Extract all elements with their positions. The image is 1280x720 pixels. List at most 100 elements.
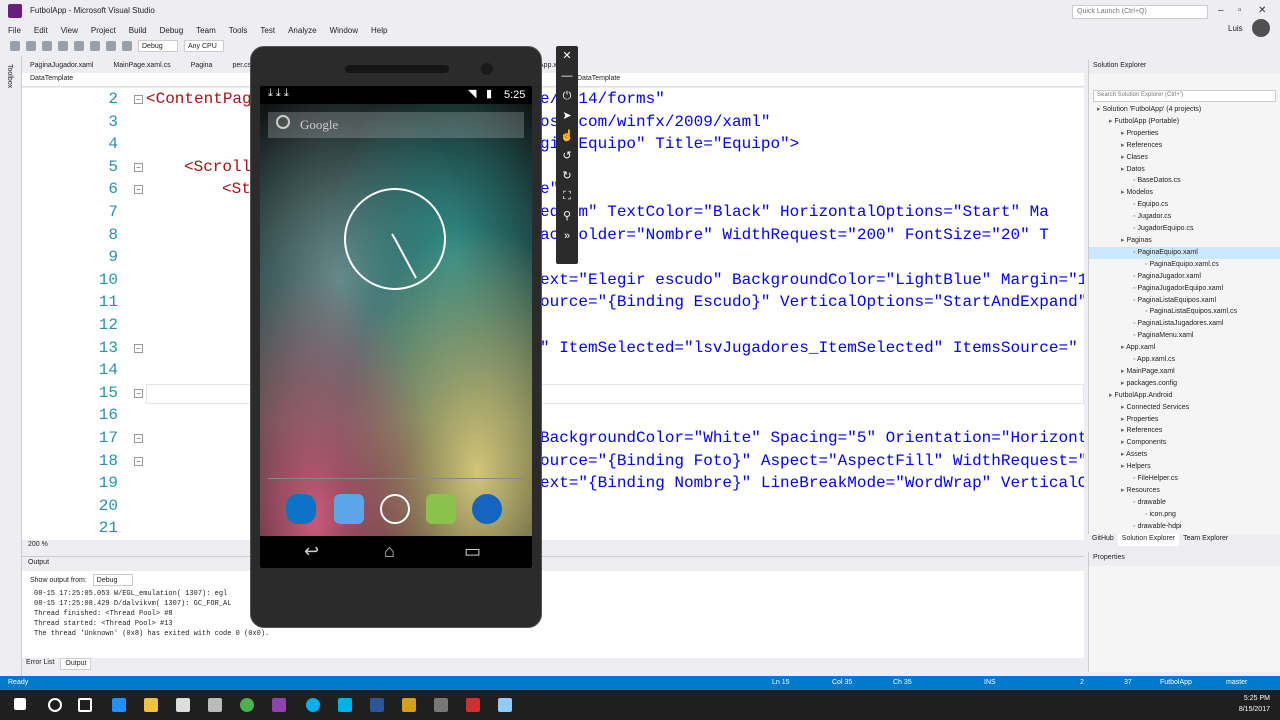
- tree-item[interactable]: ◦ drawable-hdpi: [1089, 521, 1280, 533]
- breadcrumb-right[interactable]: DataTemplate: [577, 75, 620, 82]
- close-icon[interactable]: ✕: [1258, 5, 1266, 16]
- tab-error-list[interactable]: Error List: [22, 658, 58, 670]
- tree-item[interactable]: ▸ Datos: [1089, 164, 1280, 176]
- chrome-icon[interactable]: [240, 698, 254, 712]
- phone-screen[interactable]: ⤓ ⤓ ⤓ ◥ ▮ 5:25 Google ↩ ⌂ ▭: [260, 86, 532, 568]
- menu-item-window[interactable]: Window: [330, 26, 358, 35]
- menu-item-file[interactable]: File: [8, 26, 21, 35]
- status-pencil-count[interactable]: 37: [1124, 679, 1132, 686]
- skype-business-icon[interactable]: [338, 698, 352, 712]
- home-nav-icon[interactable]: ⌂: [384, 541, 395, 562]
- tab-github[interactable]: GitHub: [1088, 534, 1118, 546]
- menu-item-view[interactable]: View: [61, 26, 78, 35]
- code-editor[interactable]: 2 <ContentPag 3 4 5 <Scroll 6 <St 7 8 9 10 11 12 13 14 1…: [22, 88, 1084, 540]
- open-icon[interactable]: [58, 41, 68, 51]
- menu-item-edit[interactable]: Edit: [34, 26, 48, 35]
- store-icon[interactable]: [176, 698, 190, 712]
- minimize-icon[interactable]: –: [1218, 5, 1224, 16]
- zoom-icon[interactable]: ⚲: [556, 206, 578, 226]
- menu-item-build[interactable]: Build: [129, 26, 147, 35]
- document-tab[interactable]: MainPage.xaml.cs: [105, 60, 178, 73]
- search-icon[interactable]: [48, 698, 62, 712]
- fold-toggle-icon[interactable]: −: [134, 162, 143, 172]
- tree-item[interactable]: ◦ Jugador.cs: [1089, 211, 1280, 223]
- solution-search-input[interactable]: Search Solution Explorer (Ctrl+'): [1093, 90, 1276, 102]
- breadcrumb-left[interactable]: DataTemplate: [30, 75, 73, 82]
- tree-item[interactable]: ◦ drawable: [1089, 497, 1280, 509]
- toolbox-tab[interactable]: Toolbox: [6, 64, 13, 88]
- visual-studio-icon[interactable]: [272, 698, 286, 712]
- tree-item[interactable]: ◦ PaginaMenu.xaml: [1089, 330, 1280, 342]
- maximize-icon[interactable]: ▫: [1238, 5, 1242, 16]
- tree-item[interactable]: ▸ packages.config: [1089, 378, 1280, 390]
- clock[interactable]: 5:25 PM 8/15/2017: [1239, 693, 1270, 715]
- undo-icon[interactable]: [106, 41, 116, 51]
- tree-item[interactable]: ◦ Equipo.cs: [1089, 199, 1280, 211]
- tree-item[interactable]: ▸ Components: [1089, 437, 1280, 449]
- platform-select[interactable]: Any CPU: [184, 40, 224, 52]
- fold-toggle-icon[interactable]: −: [134, 343, 143, 353]
- tree-item[interactable]: ◦ BaseDatos.cs: [1089, 175, 1280, 187]
- emulator-close-icon[interactable]: ✕: [556, 46, 578, 66]
- contacts-icon[interactable]: [334, 494, 364, 524]
- skype-icon[interactable]: [306, 698, 320, 712]
- tree-item[interactable]: ▸ Properties: [1089, 414, 1280, 426]
- messaging-icon[interactable]: [426, 494, 456, 524]
- tree-item[interactable]: ▸ Helpers: [1089, 461, 1280, 473]
- back-nav-icon[interactable]: ↩: [304, 541, 319, 562]
- menu-item-test[interactable]: Test: [260, 26, 275, 35]
- tree-item[interactable]: ◦ JugadorEquipo.cs: [1089, 223, 1280, 235]
- back-icon[interactable]: [10, 41, 20, 51]
- tree-item[interactable]: ▸ FutbolApp.Android: [1089, 390, 1280, 402]
- menu-item-help[interactable]: Help: [371, 26, 387, 35]
- tree-item[interactable]: ◦ PaginaEquipo.xaml.cs: [1089, 259, 1280, 271]
- analog-clock-widget[interactable]: [344, 188, 446, 290]
- google-search-bar[interactable]: Google: [268, 112, 524, 138]
- fold-toggle-icon[interactable]: −: [134, 456, 143, 466]
- tree-item[interactable]: ▸ Clases: [1089, 152, 1280, 164]
- forward-icon[interactable]: [26, 41, 36, 51]
- tree-item[interactable]: ▸ Resources: [1089, 485, 1280, 497]
- breadcrumb[interactable]: DataTemplate DataTemplate: [22, 73, 1084, 87]
- tab-output[interactable]: Output: [60, 658, 92, 670]
- windows-start-icon[interactable]: [14, 698, 26, 710]
- output-source-select[interactable]: Debug: [92, 574, 133, 586]
- file-explorer-icon[interactable]: [144, 698, 158, 712]
- recents-nav-icon[interactable]: ▭: [464, 541, 481, 562]
- tree-item[interactable]: ▸ References: [1089, 140, 1280, 152]
- tab-solution-explorer[interactable]: Solution Explorer: [1117, 534, 1180, 546]
- new-project-icon[interactable]: [42, 41, 52, 51]
- tree-item[interactable]: ▸ Modelos: [1089, 187, 1280, 199]
- tree-item[interactable]: ◦ PaginaJugadorEquipo.xaml: [1089, 283, 1280, 295]
- menu-item-team[interactable]: Team: [196, 26, 216, 35]
- quick-launch-input[interactable]: Quick Launch (Ctrl+Q): [1072, 5, 1208, 19]
- status-branch[interactable]: master: [1226, 679, 1247, 686]
- tree-item[interactable]: ◦ PaginaJugador.xaml: [1089, 271, 1280, 283]
- tree-item[interactable]: ▸ MainPage.xaml: [1089, 366, 1280, 378]
- fold-toggle-icon[interactable]: −: [134, 95, 143, 104]
- task-view-icon[interactable]: [78, 698, 92, 712]
- emulator-minimize-icon[interactable]: —: [556, 66, 578, 86]
- menu-item-debug[interactable]: Debug: [160, 26, 184, 35]
- mail-icon[interactable]: [208, 698, 222, 712]
- tool-icon[interactable]: [498, 698, 512, 712]
- status-up-count[interactable]: 2: [1080, 679, 1084, 686]
- tab-team-explorer[interactable]: Team Explorer: [1179, 534, 1232, 546]
- tree-item[interactable]: ◦ PaginaEquipo.xaml: [1089, 246, 1280, 259]
- app-drawer-icon[interactable]: [380, 494, 410, 524]
- redo-icon[interactable]: [122, 41, 132, 51]
- status-repo[interactable]: FutbolApp: [1160, 679, 1192, 686]
- tree-item[interactable]: ▸ FutbolApp (Portable): [1089, 116, 1280, 128]
- menu-item-project[interactable]: Project: [91, 26, 116, 35]
- touch-icon[interactable]: ☝: [556, 126, 578, 146]
- emulator-taskbar-icon[interactable]: [434, 698, 448, 712]
- save-icon[interactable]: [74, 41, 84, 51]
- tree-item[interactable]: ▸ Properties: [1089, 128, 1280, 140]
- zoom-level[interactable]: 200 %: [22, 540, 1084, 552]
- fold-toggle-icon[interactable]: −: [134, 434, 143, 443]
- more-tools-icon[interactable]: »: [556, 226, 578, 246]
- word-icon[interactable]: [370, 698, 384, 712]
- menu-item-analyze[interactable]: Analyze: [288, 26, 316, 35]
- tree-item[interactable]: ◦ PaginaListaJugadores.xaml: [1089, 318, 1280, 330]
- fit-screen-icon[interactable]: ⛶: [556, 186, 578, 206]
